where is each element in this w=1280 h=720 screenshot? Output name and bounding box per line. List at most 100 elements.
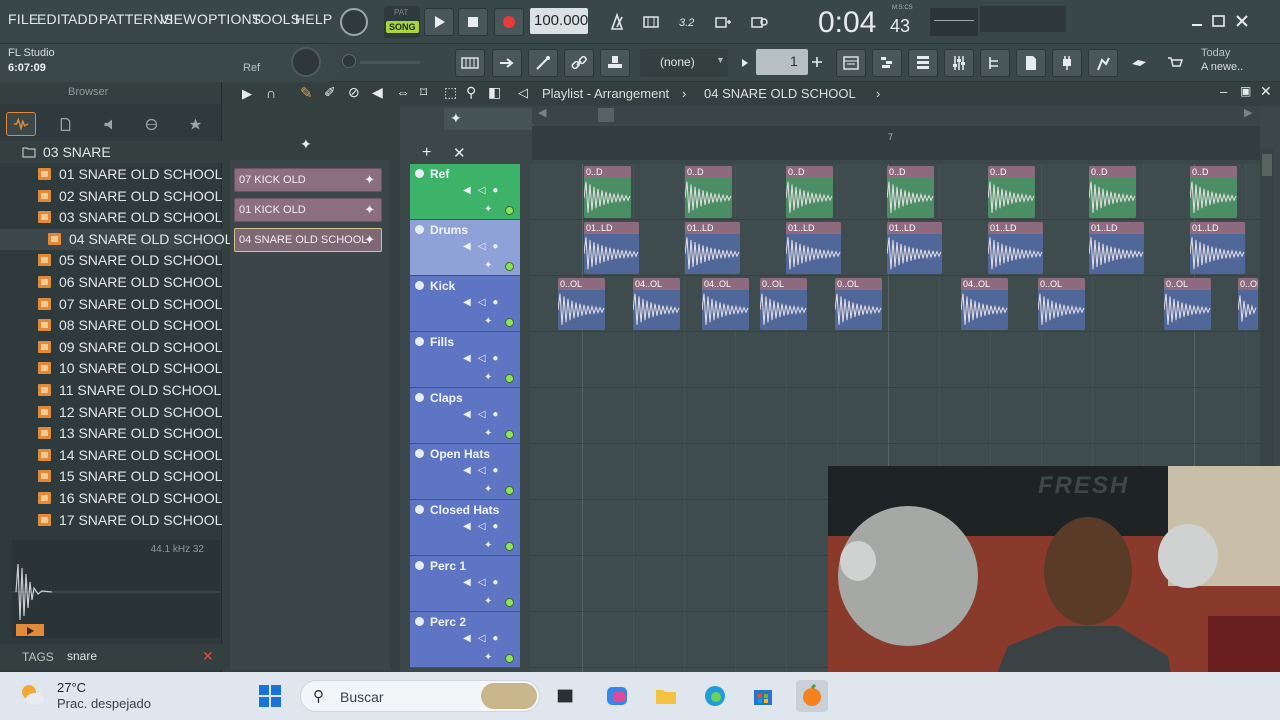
browser-tab-online[interactable] bbox=[136, 112, 166, 136]
loop-record-button[interactable] bbox=[744, 8, 774, 36]
browser-tab-all[interactable] bbox=[6, 112, 36, 136]
playlist-clip[interactable]: 01..LD bbox=[1089, 222, 1144, 274]
playlist-clip[interactable]: 01..LD bbox=[584, 222, 639, 274]
browser-item[interactable]: 17 SNARE OLD SCHOOL bbox=[0, 510, 222, 531]
track-enable-icon[interactable] bbox=[415, 337, 424, 346]
file-explorer-app[interactable] bbox=[650, 680, 682, 712]
browser-item[interactable]: 10 SNARE OLD SCHOOL bbox=[0, 358, 222, 379]
pitch-knob[interactable] bbox=[291, 47, 321, 77]
browser-item[interactable]: 08 SNARE OLD SCHOOL bbox=[0, 315, 222, 336]
playlist-clip[interactable]: 01..LD bbox=[988, 222, 1043, 274]
master-volume-knob[interactable] bbox=[340, 8, 368, 36]
playlist-button[interactable] bbox=[836, 49, 866, 77]
close-button[interactable] bbox=[1233, 12, 1251, 30]
track-active-led[interactable] bbox=[505, 430, 514, 439]
plugin-button[interactable] bbox=[1052, 49, 1082, 77]
track-active-led[interactable] bbox=[505, 374, 514, 383]
track-header[interactable]: Perc 1 ◀◁● ✦ bbox=[410, 556, 520, 612]
track-controls[interactable]: ◀◁● bbox=[463, 521, 505, 532]
tag-search-input[interactable]: snare bbox=[67, 649, 97, 663]
track-active-led[interactable] bbox=[505, 654, 514, 663]
track-enable-icon[interactable] bbox=[415, 169, 424, 178]
time-display[interactable]: 0:04 43 M:S:CS bbox=[790, 4, 918, 39]
remove-track-button[interactable]: ✕ bbox=[453, 144, 466, 162]
prev-pattern-button[interactable] bbox=[736, 52, 754, 74]
pattern-item-selected[interactable]: 04 SNARE OLD SCHOOL ✦ bbox=[234, 228, 382, 252]
browser-item[interactable]: 14 SNARE OLD SCHOOL bbox=[0, 445, 222, 466]
track-header[interactable]: Closed Hats ◀◁● ✦ bbox=[410, 500, 520, 556]
mute-icon[interactable]: ◀ bbox=[372, 84, 383, 101]
arrow-button[interactable] bbox=[492, 49, 522, 77]
slip-icon[interactable]: ⇔ bbox=[396, 84, 410, 100]
track-controls[interactable]: ◀◁● bbox=[463, 465, 505, 476]
playlist-clip[interactable]: 0..D bbox=[1190, 166, 1237, 218]
zoom-icon[interactable]: ⚲ bbox=[466, 84, 476, 101]
brush-icon[interactable]: ✐ bbox=[324, 84, 336, 101]
track-enable-icon[interactable] bbox=[415, 393, 424, 402]
timeline-scrollbar[interactable]: ◀ ▶ bbox=[532, 106, 1260, 124]
waveform-icon[interactable]: ✦ bbox=[450, 110, 462, 127]
track-header[interactable]: Claps ◀◁● ✦ bbox=[410, 388, 520, 444]
track-enable-icon[interactable] bbox=[415, 225, 424, 234]
browser-item[interactable]: 09 SNARE OLD SCHOOL bbox=[0, 337, 222, 358]
master-pitch-slider[interactable] bbox=[342, 54, 356, 68]
menu-edit[interactable]: EDIT bbox=[37, 11, 70, 27]
tools-button[interactable] bbox=[1124, 49, 1154, 77]
playlist-options-icon[interactable]: ▶ bbox=[242, 86, 252, 102]
magnet-icon[interactable]: ∩ bbox=[266, 85, 276, 101]
browser-item[interactable]: 16 SNARE OLD SCHOOL bbox=[0, 488, 222, 509]
clear-tag-icon[interactable]: ✕ bbox=[202, 648, 214, 665]
wait-for-input-button[interactable] bbox=[636, 8, 666, 36]
vertical-scroll-thumb[interactable] bbox=[1262, 154, 1272, 176]
taskbar-search[interactable]: ⚲ Buscar bbox=[300, 680, 540, 712]
scroll-left-icon[interactable]: ◀ bbox=[538, 106, 546, 119]
pattern-item[interactable]: 07 KICK OLD ✦ bbox=[234, 168, 382, 192]
channel-rack-button[interactable] bbox=[908, 49, 938, 77]
pencil-tool-button[interactable] bbox=[528, 49, 558, 77]
browser-tab-plugins[interactable] bbox=[94, 112, 124, 136]
play-button[interactable] bbox=[424, 8, 454, 36]
playlist-clip[interactable]: 0..D bbox=[887, 166, 934, 218]
mixer-button[interactable] bbox=[944, 49, 974, 77]
stop-button[interactable] bbox=[458, 8, 488, 36]
select-icon[interactable]: ⬚ bbox=[444, 84, 457, 101]
browser-item[interactable]: 13 SNARE OLD SCHOOL bbox=[0, 423, 222, 444]
add-pattern-button[interactable] bbox=[810, 52, 824, 72]
menu-file[interactable]: FILE bbox=[8, 11, 38, 27]
track-controls[interactable]: ◀◁● bbox=[463, 409, 505, 420]
browser-item[interactable]: 02 SNARE OLD SCHOOL bbox=[0, 186, 222, 207]
track-header[interactable]: Perc 2 ◀◁● ✦ bbox=[410, 612, 520, 668]
browser-item[interactable]: 03 SNARE OLD SCHOOL bbox=[0, 207, 222, 228]
pattern-item[interactable]: 01 KICK OLD ✦ bbox=[234, 198, 382, 222]
step-edit-button[interactable] bbox=[708, 8, 738, 36]
playlist-clip[interactable]: 04..OL bbox=[961, 278, 1008, 330]
playlist-minimize-button[interactable]: – bbox=[1220, 84, 1227, 99]
track-header[interactable]: Fills ◀◁● ✦ bbox=[410, 332, 520, 388]
browser-item[interactable]: 05 SNARE OLD SCHOOL bbox=[0, 250, 222, 271]
track-enable-icon[interactable] bbox=[415, 617, 424, 626]
playlist-clip[interactable]: 01..LD bbox=[685, 222, 740, 274]
track-enable-icon[interactable] bbox=[415, 561, 424, 570]
record-button[interactable] bbox=[494, 8, 524, 36]
track-active-led[interactable] bbox=[505, 598, 514, 607]
playlist-clip[interactable]: 0..D bbox=[786, 166, 833, 218]
m365-app[interactable] bbox=[601, 680, 633, 712]
preview-play-button[interactable] bbox=[16, 624, 44, 636]
track-header[interactable]: Open Hats ◀◁● ✦ bbox=[410, 444, 520, 500]
playlist-clip[interactable]: 0..D bbox=[584, 166, 631, 218]
edge-app[interactable] bbox=[699, 680, 731, 712]
browser-item[interactable]: 01 SNARE OLD SCHOOL bbox=[0, 164, 222, 185]
track-enable-icon[interactable] bbox=[415, 505, 424, 514]
browser-item[interactable]: 07 SNARE OLD SCHOOL bbox=[0, 294, 222, 315]
track-header[interactable]: Drums ◀◁● ✦ bbox=[410, 220, 520, 276]
browser-item[interactable]: 15 SNARE OLD SCHOOL bbox=[0, 466, 222, 487]
pat-song-switch[interactable]: PAT SONG bbox=[384, 6, 420, 38]
track-active-led[interactable] bbox=[505, 206, 514, 215]
browser-item[interactable]: 04 SNARE OLD SCHOOL bbox=[0, 228, 232, 250]
shop-button[interactable] bbox=[1160, 49, 1190, 77]
playlist-clip[interactable]: 04..OL bbox=[702, 278, 749, 330]
slice-icon[interactable]: ⌑ bbox=[420, 84, 427, 101]
browser-current-folder[interactable]: 03 SNARE bbox=[0, 141, 222, 163]
menu-help[interactable]: HELP bbox=[295, 11, 332, 27]
store-app[interactable] bbox=[747, 680, 779, 712]
